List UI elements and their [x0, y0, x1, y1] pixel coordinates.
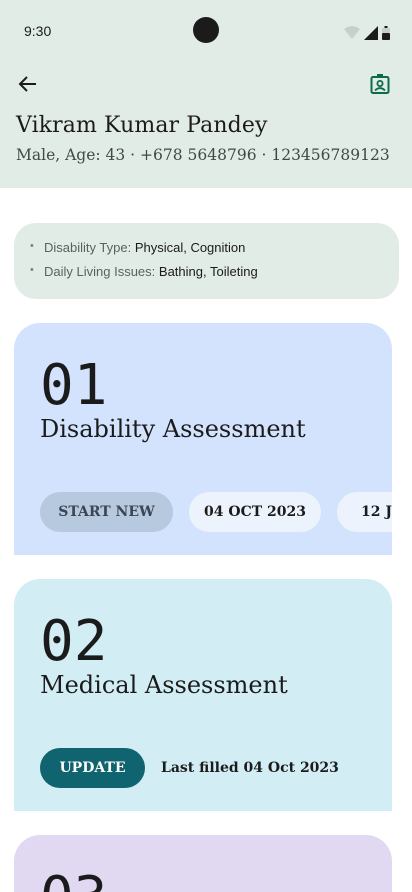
arrow-back-icon: [18, 76, 36, 92]
medical-assessment-card[interactable]: 02 Medical Assessment UPDATE Last filled…: [14, 579, 392, 811]
daily-living-line: Daily Living Issues: Bathing, Toileting: [30, 264, 399, 288]
last-filled-text: Last filled 04 Oct 2023: [161, 760, 339, 776]
update-button[interactable]: UPDATE: [40, 748, 145, 788]
signal-icon: [364, 26, 378, 40]
disability-type-line: Disability Type: Physical, Cognition: [30, 240, 399, 264]
section-number: 01: [40, 353, 108, 418]
section-number: 03: [40, 863, 107, 892]
daily-living-value: Bathing, Toileting: [158, 264, 258, 279]
status-time: 9:30: [24, 23, 52, 39]
section-number: 02: [40, 609, 108, 674]
wifi-icon: [344, 26, 360, 39]
assessment-date-chip[interactable]: 04 OCT 2023: [189, 492, 321, 532]
patient-meta: Male, Age: 43 · +678 5648796 · 123456789…: [16, 146, 390, 164]
disability-assessment-card[interactable]: 01 Disability Assessment START NEW 04 OC…: [14, 323, 392, 555]
section-title: Medical Assessment: [40, 671, 288, 699]
disability-type-value: Physical, Cognition: [134, 240, 246, 255]
assessment-history-row[interactable]: START NEW 04 OCT 2023 12 JU: [40, 492, 392, 532]
app-header: 9:30 Vikram Kumar Pandey Male, Age: 43 ·…: [0, 0, 412, 188]
patient-name: Vikram Kumar Pandey: [16, 113, 268, 138]
start-new-button[interactable]: START NEW: [40, 492, 173, 532]
contact-badge-icon: [370, 74, 390, 94]
update-row: UPDATE Last filled 04 Oct 2023: [40, 748, 339, 788]
third-assessment-card[interactable]: 03: [14, 835, 392, 892]
back-button[interactable]: [16, 72, 40, 96]
battery-icon: [382, 26, 390, 40]
camera-cutout: [193, 17, 219, 43]
assessment-date-chip[interactable]: 12 JU: [337, 492, 392, 532]
disability-type-label: Disability Type:: [44, 240, 132, 255]
patient-profile-button[interactable]: [368, 72, 392, 96]
section-title: Disability Assessment: [40, 415, 306, 443]
daily-living-label: Daily Living Issues:: [44, 264, 156, 279]
patient-info-card: Disability Type: Physical, Cognition Dai…: [14, 223, 399, 299]
status-icons: [344, 25, 390, 41]
